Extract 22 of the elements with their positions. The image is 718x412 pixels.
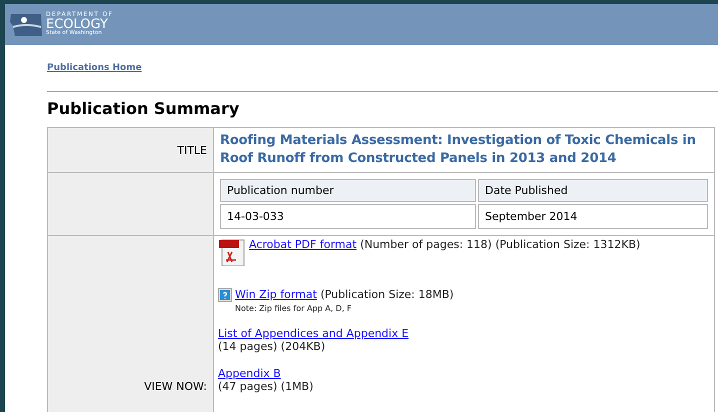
note-text: Note: Zip files for App A, D, F [235,304,353,313]
row-label: TITLE [177,144,207,156]
table-cell: 14-03-033 [220,204,476,229]
download-link[interactable]: Acrobat PDF format [249,238,357,251]
pdf-icon [218,238,246,266]
logo-text: ECOLOGY [46,18,109,32]
download-link[interactable]: List of Appendices and Appendix E [218,327,409,340]
download-link[interactable]: Appendix B [218,367,281,380]
column-header: Date Published [478,179,708,202]
file-info: (Number of pages: 118) (Publication Size: 1312KB) [360,238,640,251]
page-heading: Publication Summary [47,99,240,118]
download-link[interactable]: Win Zip format [235,288,317,301]
file-info: (Publication Size: 18MB) [320,288,454,301]
breadcrumb-link[interactable]: Publications Home [47,63,142,73]
table-cell: September 2014 [478,204,708,229]
publication-title: Roofing Materials Assessment: Investigation of Toxic Chemicals in Roof Runoff from Constructed Panels in 2013 and 2014 [220,132,697,168]
row-label: VIEW NOW: [144,380,207,392]
state-map-logo [9,12,43,38]
file-info: (47 pages) (1MB) [218,380,314,393]
column-header: Publication number [220,179,476,202]
file-info: (14 pages) (204KB) [218,340,326,353]
help-icon [218,288,232,302]
